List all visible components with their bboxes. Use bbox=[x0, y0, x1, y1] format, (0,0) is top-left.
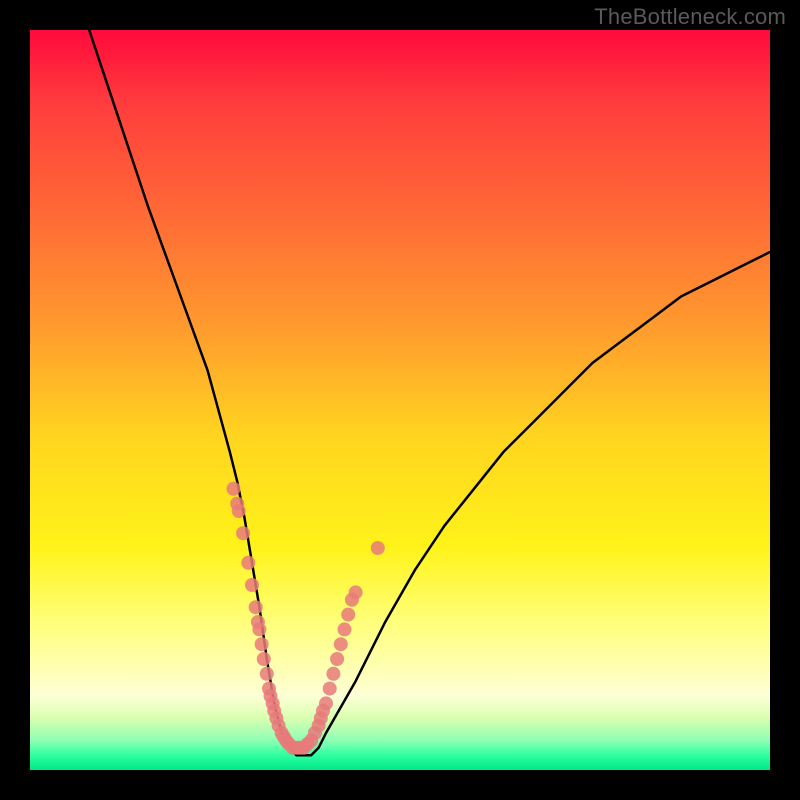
data-dot bbox=[236, 526, 250, 540]
data-dot bbox=[227, 482, 241, 496]
watermark-text: TheBottleneck.com bbox=[594, 4, 786, 30]
data-dot bbox=[330, 652, 344, 666]
data-dot bbox=[249, 600, 263, 614]
plot-area bbox=[30, 30, 770, 770]
data-dot bbox=[349, 585, 363, 599]
data-dot bbox=[255, 637, 269, 651]
data-dot bbox=[260, 667, 274, 681]
data-dot bbox=[341, 608, 355, 622]
data-dot bbox=[338, 622, 352, 636]
data-dot bbox=[257, 652, 271, 666]
data-dot bbox=[334, 637, 348, 651]
data-dot bbox=[326, 667, 340, 681]
data-dot bbox=[252, 622, 266, 636]
data-dot bbox=[232, 504, 246, 518]
data-dot bbox=[241, 556, 255, 570]
data-dot bbox=[323, 682, 337, 696]
data-dot bbox=[319, 696, 333, 710]
data-dot bbox=[245, 578, 259, 592]
chart-frame: TheBottleneck.com bbox=[0, 0, 800, 800]
bottleneck-curve bbox=[89, 30, 770, 755]
chart-svg bbox=[30, 30, 770, 770]
data-dot bbox=[371, 541, 385, 555]
